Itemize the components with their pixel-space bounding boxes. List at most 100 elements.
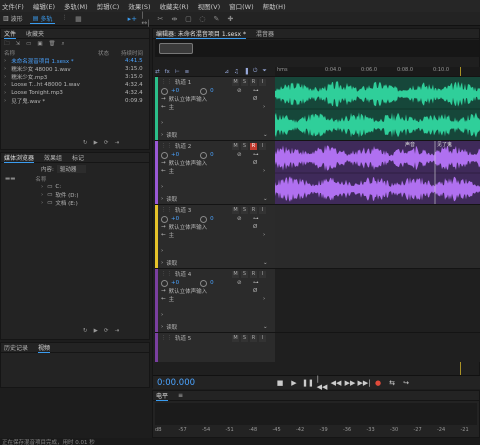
file-item[interactable]: › 未命名混音项目 1.sesx * 4:41.5 [1, 57, 149, 65]
chevron-right-icon[interactable]: › [263, 168, 265, 174]
link-icon[interactable]: ⊶ [253, 88, 259, 94]
file-item[interactable]: › Loose T...ht 48000 1.wav 4:32.4 [1, 81, 149, 89]
expand-icon[interactable]: › [4, 66, 6, 72]
file-item[interactable]: › 糯米少女 48000 1.wav 3:15.0 [1, 65, 149, 73]
expand-icon[interactable]: › [41, 192, 43, 198]
automation-mode[interactable]: 读取 [166, 195, 177, 203]
monitor-button[interactable]: I [259, 78, 266, 86]
eq-icon[interactable]: ≡ [185, 69, 190, 75]
output-select[interactable]: 主 [169, 167, 175, 175]
solo-button[interactable]: S [241, 270, 248, 278]
monitor-button[interactable]: I [259, 206, 266, 214]
fx-expand-icon[interactable]: › [161, 248, 163, 254]
play-icon[interactable]: ▶ [94, 140, 98, 146]
record-arm-button[interactable]: R [250, 142, 257, 150]
pan-value[interactable]: 0 [210, 216, 214, 222]
go-end-icon[interactable]: ▶▶| [357, 378, 370, 388]
menu-item[interactable]: 收藏夹(R) [160, 1, 189, 11]
time-select-icon[interactable]: |↔| [141, 11, 151, 27]
skip-icon[interactable]: ↪ [401, 378, 411, 388]
search-icon[interactable]: ⌕ [62, 41, 65, 48]
clip-label[interactable]: 见了鬼 [437, 141, 452, 148]
track-lane-2[interactable]: 声音 见了鬼 [275, 140, 480, 205]
menu-item[interactable]: 帮助(H) [263, 1, 286, 11]
waveform-mode-button[interactable]: ▥ 波形 [0, 14, 26, 24]
column-duration[interactable]: 持续时间 [121, 49, 143, 57]
input-select[interactable]: 默认立体声输入 [169, 287, 208, 295]
sync-icon[interactable]: ⇄ [155, 69, 160, 75]
slip-icon[interactable]: ⇹ [169, 14, 179, 24]
multitrack-mode-button[interactable]: ▤ 多轨 [29, 14, 56, 24]
expand-icon[interactable]: › [4, 90, 6, 96]
spectral-icon[interactable]: ▦ [73, 14, 83, 24]
autoplay-icon[interactable]: ⟳ [104, 140, 109, 146]
solo-button[interactable]: S [241, 78, 248, 86]
tab-favorites[interactable]: 收藏夹 [26, 29, 44, 38]
timeline-ruler[interactable]: hms 0:04.0 0:06.0 0:08.0 0:10.0 [275, 67, 480, 76]
track-name[interactable]: 轨道 1 [175, 78, 191, 86]
insert-icon[interactable]: ⇥ [114, 140, 119, 146]
grip-icon[interactable]: ⋮⋮ [161, 79, 172, 85]
grip-icon[interactable]: ⋮⋮ [161, 207, 172, 213]
tab-history[interactable]: 历史记录 [4, 343, 28, 352]
mute-button[interactable]: M [232, 78, 239, 86]
heal-icon[interactable]: ✚ [225, 14, 235, 24]
drive-item[interactable]: › ▭ 软件 (D:) [1, 191, 149, 199]
fx-expand-icon[interactable]: › [161, 184, 163, 190]
automation-mode[interactable]: 读取 [166, 259, 177, 267]
rewind-icon[interactable]: ◀◀ [331, 378, 342, 388]
record-arm-button[interactable]: R [250, 270, 257, 278]
expand-icon[interactable]: › [161, 196, 163, 202]
loop-icon[interactable]: ↻ [83, 140, 88, 146]
pan-value[interactable]: 0 [210, 280, 214, 286]
menu-icon[interactable]: ≡ [178, 392, 183, 399]
volume-value[interactable]: +0 [171, 280, 179, 286]
grip-icon[interactable]: ⋮⋮ [161, 335, 172, 341]
waveform-toggle-icon[interactable]: ⊘ [237, 280, 242, 286]
output-select[interactable]: 主 [169, 231, 175, 239]
phase-icon[interactable]: Ø [253, 224, 257, 230]
fx-expand-icon[interactable]: › [161, 312, 163, 318]
razor-icon[interactable]: ✂ [155, 14, 165, 24]
menu-item[interactable]: 效果(S) [128, 1, 150, 11]
clip-icon[interactable]: ⊿ [224, 69, 229, 75]
expand-icon[interactable]: › [4, 82, 6, 88]
save-icon[interactable]: ▣ [37, 41, 42, 47]
link-icon[interactable]: ⊶ [253, 280, 259, 286]
menu-item[interactable]: 剪辑(C) [97, 1, 120, 11]
waveform-toggle-icon[interactable]: ⊘ [237, 152, 242, 158]
chevron-right-icon[interactable]: › [263, 104, 265, 110]
clip-label[interactable]: 声音 [405, 141, 415, 148]
volume-value[interactable]: +0 [171, 216, 179, 222]
play-icon[interactable]: ▶ [94, 328, 98, 334]
drive-item[interactable]: › ▭ 文档 (E:) [1, 199, 149, 207]
menu-item[interactable]: 文件(F) [2, 1, 24, 11]
tab-editor[interactable]: 编辑器: 未命名混音项目 1.sesx * [156, 29, 246, 39]
drive-item[interactable]: › ▭ C: [1, 183, 149, 191]
waveform-toggle-icon[interactable]: ⊘ [237, 88, 242, 94]
monitor-button[interactable]: I [259, 334, 266, 342]
link-icon[interactable]: ⊶ [253, 152, 259, 158]
file-item[interactable]: › 见了鬼.wav * 0:09.9 [1, 97, 149, 105]
menu-item[interactable]: 窗口(W) [229, 1, 254, 11]
file-item[interactable]: › Loose Tonight.mp3 4:32.4 [1, 89, 149, 97]
file-item[interactable]: › 糯米少女.mp3 3:15.0 [1, 73, 149, 81]
mute-button[interactable]: M [232, 206, 239, 214]
link-icon[interactable]: ⊶ [253, 216, 259, 222]
folder-icon[interactable]: 🗀 [4, 40, 10, 49]
filter-icon[interactable]: ⏷ [262, 68, 266, 75]
track-name[interactable]: 轨道 3 [175, 206, 191, 214]
volume-knob[interactable] [161, 279, 168, 287]
phase-icon[interactable]: Ø [253, 96, 257, 102]
phase-icon[interactable]: Ø [253, 160, 257, 166]
volume-value[interactable]: +0 [171, 88, 179, 94]
expand-icon[interactable]: › [41, 200, 43, 206]
monitor-button[interactable]: I [259, 270, 266, 278]
mute-button[interactable]: M [232, 270, 239, 278]
input-select[interactable]: 默认立体声输入 [169, 95, 208, 103]
move-tool-icon[interactable]: ▸+ [127, 14, 137, 24]
column-name[interactable]: 名称 [4, 49, 15, 57]
chevron-right-icon[interactable]: › [263, 296, 265, 302]
menu-item[interactable]: 多轨(M) [64, 1, 88, 11]
expand-icon[interactable]: › [161, 324, 163, 330]
